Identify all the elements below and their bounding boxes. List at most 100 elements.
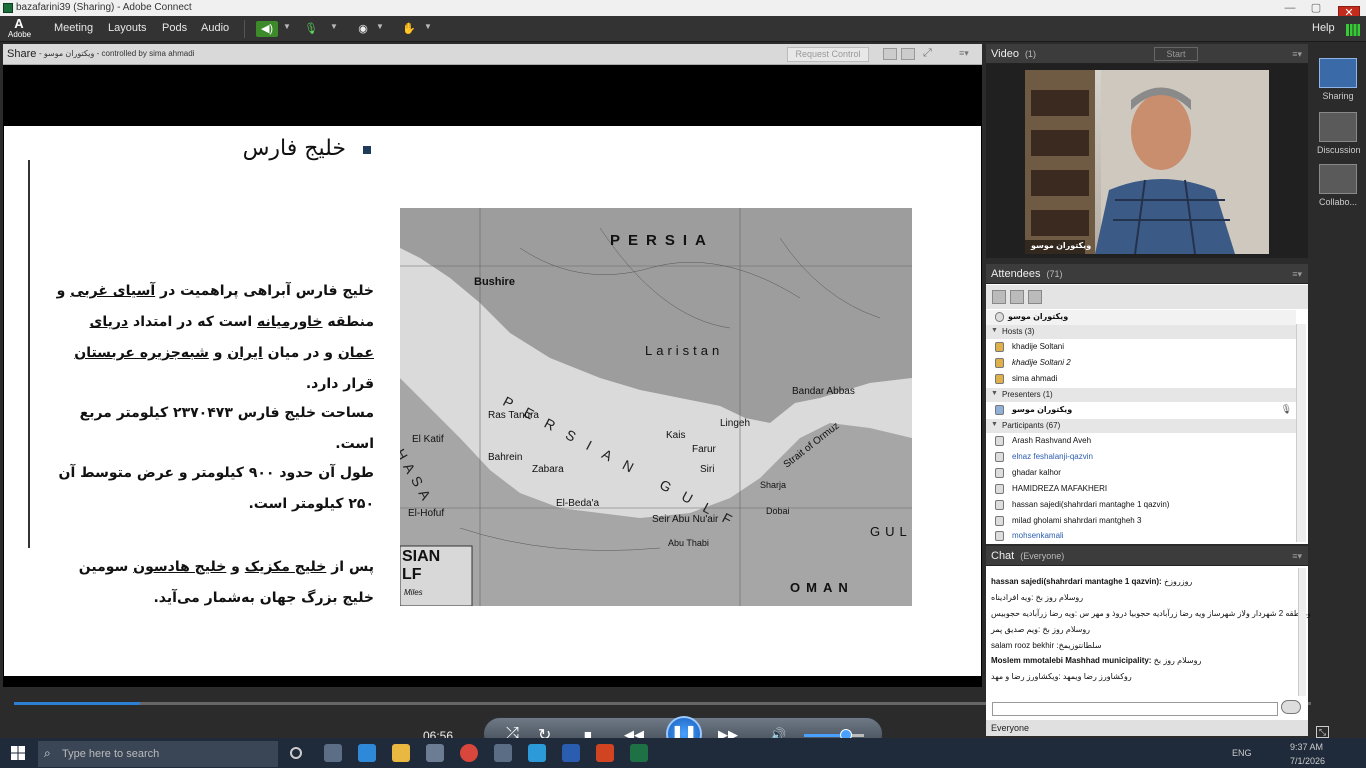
app-icon [3, 3, 13, 13]
raise-hand-icon[interactable]: ✋ [398, 21, 420, 37]
layout-discussion[interactable]: Discussion [1317, 112, 1361, 155]
video-name-tag: ویکتوران موسو [1031, 241, 1092, 250]
attendee-row[interactable]: HAMIDREZA MAFAKHERI [986, 482, 1296, 497]
map-label: Kais [666, 430, 686, 441]
pod-menu-icon[interactable]: ≡▾ [1292, 551, 1302, 562]
request-control-button[interactable]: Request Control [787, 47, 869, 62]
map-label: Bahrein [488, 452, 523, 463]
chevron-down-icon[interactable]: ▼ [283, 22, 291, 31]
word-icon[interactable] [562, 744, 580, 762]
chat-message: روسلام روز بخ :ویه افرادیناه [991, 593, 1084, 602]
chat-input[interactable] [992, 702, 1278, 716]
video-start-button[interactable]: Start [1154, 47, 1198, 61]
minimize-button[interactable]: — [1276, 0, 1304, 16]
layout-sharing[interactable]: Sharing [1317, 58, 1359, 101]
layout-wide-icon[interactable] [901, 48, 915, 60]
pod-menu-icon[interactable]: ≡▾ [1292, 269, 1302, 280]
persian-gulf-map: PERSIA Bushire Laristan PERSIAN GULF HAS… [400, 208, 912, 606]
group-participants[interactable]: ▼ Participants (67) [986, 419, 1296, 433]
attendee-row[interactable]: ghadar kalhor [986, 466, 1296, 481]
mail-icon[interactable] [494, 744, 512, 762]
restore-icon[interactable]: ⤡ [1316, 726, 1329, 738]
skype-icon[interactable] [528, 744, 546, 762]
map-label: Lingeh [720, 418, 751, 429]
taskbar-clock[interactable]: 9:37 AM [1290, 742, 1323, 752]
slide-title: خلیج فارس [242, 136, 346, 161]
video-pod-header: Video (1) Start ≡▾ [986, 44, 1308, 64]
attendee-row[interactable]: milad gholami shahrdari mantgheh 3 [986, 514, 1296, 529]
language-indicator[interactable]: ENG [1232, 748, 1252, 758]
file-explorer-icon[interactable] [392, 744, 410, 762]
attendee-row[interactable]: khadije Soltani 2 [986, 356, 1296, 371]
adobe-connect-taskbar-icon[interactable] [630, 744, 648, 762]
attendees-pod: Attendees (71) ≡▾ ویکتوران موسو ▼ Hosts (3… [986, 264, 1308, 544]
participant-icon [995, 436, 1004, 446]
menu-meeting[interactable]: Meeting [54, 22, 93, 34]
video-pod-title: Video (1) [991, 48, 1036, 60]
participant-icon [995, 516, 1004, 526]
map-label: El-Hofuf [408, 508, 445, 519]
attendee-row[interactable]: mohsenkamali [986, 529, 1296, 544]
participant-icon [995, 500, 1004, 510]
slide-paragraph-4: پس از خلیج مکزیک و خلیج هادسون سومین خلی… [78, 559, 374, 606]
chat-recipient-selector[interactable]: Everyone [986, 720, 1308, 736]
attendee-row[interactable]: ویکتوران موسو 🎙 [986, 403, 1296, 418]
menu-layouts[interactable]: Layouts [108, 22, 147, 34]
attendee-row[interactable]: elnaz feshalanji-qazvin [986, 450, 1296, 465]
attendee-row[interactable]: khadije Soltani [986, 340, 1296, 355]
chat-scrollbar[interactable] [1298, 568, 1306, 696]
taskbar-search[interactable]: ⌕ Type here to search [38, 741, 278, 767]
menu-help[interactable]: Help [1312, 22, 1335, 34]
chrome-icon[interactable] [460, 744, 478, 762]
map-label: PERSIA [610, 232, 714, 249]
pod-menu-icon[interactable]: ≡▾ [959, 48, 973, 60]
map-label: Zabara [532, 464, 564, 475]
map-label: Sharja [760, 480, 787, 490]
attendee-row[interactable]: hassan sajedi(shahrdari mantaghe 1 qazvi… [986, 498, 1296, 513]
group-presenters[interactable]: ▼ Presenters (1) [986, 388, 1296, 402]
webcam-icon[interactable]: ◉ [352, 21, 374, 37]
adobe-logo: A Adobe [8, 16, 32, 39]
chevron-down-icon[interactable]: ▼ [330, 22, 338, 31]
speaker-icon[interactable]: ◀) [256, 21, 278, 37]
map-label: OMAN [790, 580, 854, 595]
chat-message: Moslem mmotalebi Mashhad municipality: ر… [991, 656, 1202, 665]
map-label: Abu Thabi [668, 538, 709, 548]
webcam-video-frame: ویکتوران موسو [1025, 70, 1269, 254]
attendees-pod-header: Attendees (71) ≡▾ [986, 264, 1308, 284]
send-message-icon[interactable] [1281, 700, 1301, 714]
microphone-icon[interactable]: 🎙 [300, 21, 322, 37]
task-view-icon[interactable] [324, 744, 342, 762]
edge-icon[interactable] [358, 744, 376, 762]
group-hosts[interactable]: ▼ Hosts (3) [986, 325, 1296, 339]
start-icon[interactable] [11, 746, 25, 760]
fullscreen-icon[interactable]: ⤢ [923, 48, 937, 60]
map-label: SIAN [402, 548, 441, 565]
map-label: El Katif [412, 434, 444, 445]
pod-menu-icon[interactable]: ≡▾ [1292, 49, 1302, 60]
status-view-icon[interactable] [1028, 290, 1042, 304]
menu-pods[interactable]: Pods [162, 22, 187, 34]
layout-collaboration[interactable]: Collabo... [1317, 164, 1359, 207]
grid-view-icon[interactable] [1010, 290, 1024, 304]
taskbar-date[interactable]: 7/1/2026 [1290, 756, 1325, 766]
powerpoint-icon[interactable] [596, 744, 614, 762]
cortana-icon[interactable] [290, 747, 302, 759]
list-view-icon[interactable] [992, 290, 1006, 304]
attendee-row[interactable]: sima ahmadi [986, 372, 1296, 387]
layout-icon[interactable] [883, 48, 897, 60]
chevron-down-icon[interactable]: ▼ [424, 22, 432, 31]
store-icon[interactable] [426, 744, 444, 762]
attendee-row[interactable]: Arash Rashvand Aveh [986, 434, 1296, 449]
slide-paragraph-3: طول آن حدود ۹۰۰ کیلومتر و عرض متوسط آن ۲… [58, 465, 374, 512]
attendee-self[interactable]: ویکتوران موسو [986, 310, 1296, 325]
chat-message: روقزاو ومنطقه 2 شهردار ولاز شهرساز ویه ر… [991, 609, 1336, 618]
menu-audio[interactable]: Audio [201, 22, 229, 34]
connection-signal-icon [1346, 24, 1360, 36]
slide-bullet [363, 146, 371, 154]
attendees-toolbar [986, 285, 1308, 309]
map-label: Bandar Abbas [792, 386, 855, 397]
maximize-button[interactable]: ▢ [1302, 0, 1330, 16]
attendees-scrollbar[interactable] [1296, 324, 1306, 542]
chevron-down-icon[interactable]: ▼ [376, 22, 384, 31]
